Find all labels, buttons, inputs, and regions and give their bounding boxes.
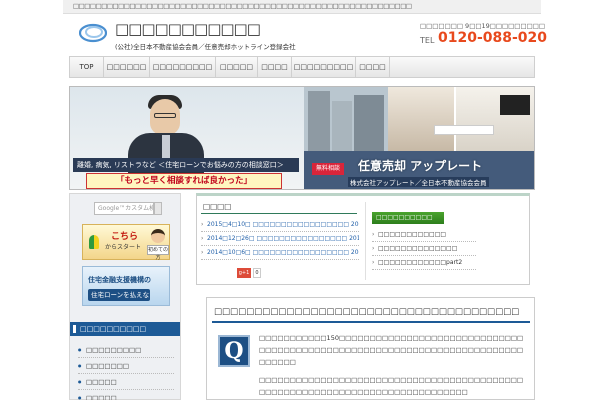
- news-panel: □□□□ 2015□4□10□ □□□□□□□□□□□□□□□□□ 2015.4…: [196, 193, 530, 285]
- meeting-table: [434, 125, 494, 135]
- hero-caption: 離婚, 病気, リストラなど ＜住宅ローンでお悩みの方の相談窓口＞: [73, 158, 299, 172]
- nav-item-5[interactable]: □□□□□□□□□: [292, 57, 356, 77]
- nav-item-2[interactable]: □□□□□□□□□: [150, 57, 216, 77]
- share-count: 0: [253, 268, 261, 278]
- meeting-monitor: [500, 95, 530, 115]
- nav-item-top[interactable]: TOP: [70, 57, 104, 77]
- site-header: □□□□□□□□□□□ (公社)全日本不動産協会会員／任意売却ホットライン登録会…: [63, 14, 547, 56]
- search-button[interactable]: [154, 202, 162, 215]
- article-paragraph: □□□□□□□□□□□□□□□□□□□□□□□□□□□□□□□□□□□□□□□□…: [259, 376, 524, 396]
- promo-item[interactable]: □□□□□□□□□□□□: [372, 228, 476, 242]
- beginner-start-banner[interactable]: こちら からスタート 初めての方: [82, 224, 170, 261]
- news-item[interactable]: 2014□10□6□ □□□□□□□□□□□□□□□□□ 2014.10: [201, 246, 359, 260]
- article-title: □□□□□□□□□□□□□□□□□□□□□□□□□□□□□□□□□□□□□□: [214, 307, 520, 317]
- article-paragraph: □□□□□□□□□□□150□□□□□□□□□□□□□□□□□□□□□□□□□□…: [259, 334, 524, 366]
- banner1-sign: 初めての方: [147, 245, 169, 261]
- sidebar-heading: □□□□□□□□□□: [70, 322, 180, 336]
- banner1-title: こちら: [111, 232, 139, 242]
- nav-item-4[interactable]: □□□□: [258, 57, 292, 77]
- banner2-line2: 住宅ローンを払えない…: [88, 289, 150, 301]
- promo-list: □□□□□□□□□□□□ □□□□□□□□□□□□□□ □□□□□□□□□□□□…: [372, 228, 476, 270]
- business-hours: □□□□□□□ 9□□19□□□□□□□□□: [420, 22, 546, 30]
- promo-item[interactable]: □□□□□□□□□□□□□□: [372, 242, 476, 256]
- article-body: □□□□□□□□□□□150□□□□□□□□□□□□□□□□□□□□□□□□□□…: [259, 332, 529, 400]
- sidebar-menu-item[interactable]: □□□□□: [78, 374, 174, 390]
- main-navigation: TOP □□□□□□ □□□□□□□□□ □□□□□ □□□□ □□□□□□□□…: [69, 56, 535, 78]
- sidebar-menu-item[interactable]: □□□□□□□□□: [78, 342, 174, 358]
- site-logo-icon[interactable]: [79, 22, 107, 44]
- top-description-bar: □□□□□□□□□□□□□□□□□□□□□□□□□□□□□□□□□□□□□□□□…: [63, 0, 541, 14]
- question-icon: Q: [218, 335, 250, 367]
- nav-item-3[interactable]: □□□□□: [216, 57, 258, 77]
- character-icon: [151, 229, 165, 243]
- tel-label: TEL: [420, 36, 435, 45]
- site-subtitle: (公社)全日本不動産協会会員／任意売却ホットライン登録会社: [115, 43, 296, 51]
- site-title[interactable]: □□□□□□□□□□□: [115, 20, 261, 38]
- news-divider: [201, 213, 357, 214]
- banner2-line1: 住宅金融支援機構の: [88, 276, 151, 284]
- nav-item-1[interactable]: □□□□□□: [104, 57, 150, 77]
- hero-consultant-photo: 離婚, 病気, リストラなど ＜住宅ローンでお悩みの方の相談窓口＞ 「もっと早く…: [70, 87, 304, 189]
- google-plus-button[interactable]: g+1: [237, 268, 251, 278]
- news-item[interactable]: 2015□4□10□ □□□□□□□□□□□□□□□□□ 2015.4: [201, 218, 359, 232]
- news-title: □□□□: [203, 202, 232, 211]
- free-consult-badge: 無料相談: [312, 163, 344, 175]
- nav-item-6[interactable]: □□□□: [356, 57, 390, 77]
- promo-panel: □□□□□□□□□□ □□□□□□□□□□□□ □□□□□□□□□□□□□□ □…: [365, 202, 523, 280]
- sidebar: Google™カスタム検 こちら からスタート 初めての方 住宅金融支援機構の …: [69, 193, 181, 400]
- news-item[interactable]: 2014□12□26□ □□□□□□□□□□□□□□□□ 2015.1: [201, 232, 359, 246]
- banner1-subtitle: からスタート: [105, 244, 142, 251]
- brand-name: 任意売却 アップレート: [358, 159, 483, 173]
- page-wrapper: □□□□□□□□□□□□□□□□□□□□□□□□□□□□□□□□□□□□□□□□…: [63, 0, 547, 400]
- building-photo: [332, 101, 352, 151]
- phone-number[interactable]: 0120-088-020: [438, 30, 547, 46]
- sidebar-menu-item[interactable]: □□□□□: [78, 390, 174, 400]
- hero-office-photos: 無料相談 任意売却 アップレート 株式会社アップレート／全日本不動産協会会員: [304, 87, 534, 189]
- hero-slogan: 「もっと早く相談すれば良かった」: [86, 173, 282, 189]
- consultant-glasses: [154, 113, 176, 118]
- brand-subtitle: 株式会社アップレート／全日本不動産協会会員: [348, 177, 489, 187]
- top-description-text: □□□□□□□□□□□□□□□□□□□□□□□□□□□□□□□□□□□□□□□□…: [73, 2, 412, 10]
- site-search-input[interactable]: Google™カスタム検: [94, 202, 154, 215]
- building-photo: [354, 95, 384, 151]
- article-divider: [212, 321, 530, 323]
- loan-trouble-banner[interactable]: 住宅金融支援機構の 住宅ローンを払えない…: [82, 266, 170, 306]
- sidebar-menu-item[interactable]: □□□□□□□: [78, 358, 174, 374]
- building-photo: [308, 91, 330, 151]
- news-list: 2015□4□10□ □□□□□□□□□□□□□□□□□ 2015.4 2014…: [201, 218, 359, 260]
- promo-item[interactable]: □□□□□□□□□□□□part2: [372, 256, 476, 270]
- hero-banner[interactable]: 離婚, 病気, リストラなど ＜住宅ローンでお悩みの方の相談窓口＞ 「もっと早く…: [69, 86, 535, 190]
- beginner-mark-icon: [89, 235, 99, 249]
- promo-heading: □□□□□□□□□□: [372, 212, 444, 224]
- faq-article: □□□□□□□□□□□□□□□□□□□□□□□□□□□□□□□□□□□□□□ Q…: [206, 297, 535, 400]
- sidebar-menu: □□□□□□□□□ □□□□□□□ □□□□□ □□□□□: [78, 342, 174, 400]
